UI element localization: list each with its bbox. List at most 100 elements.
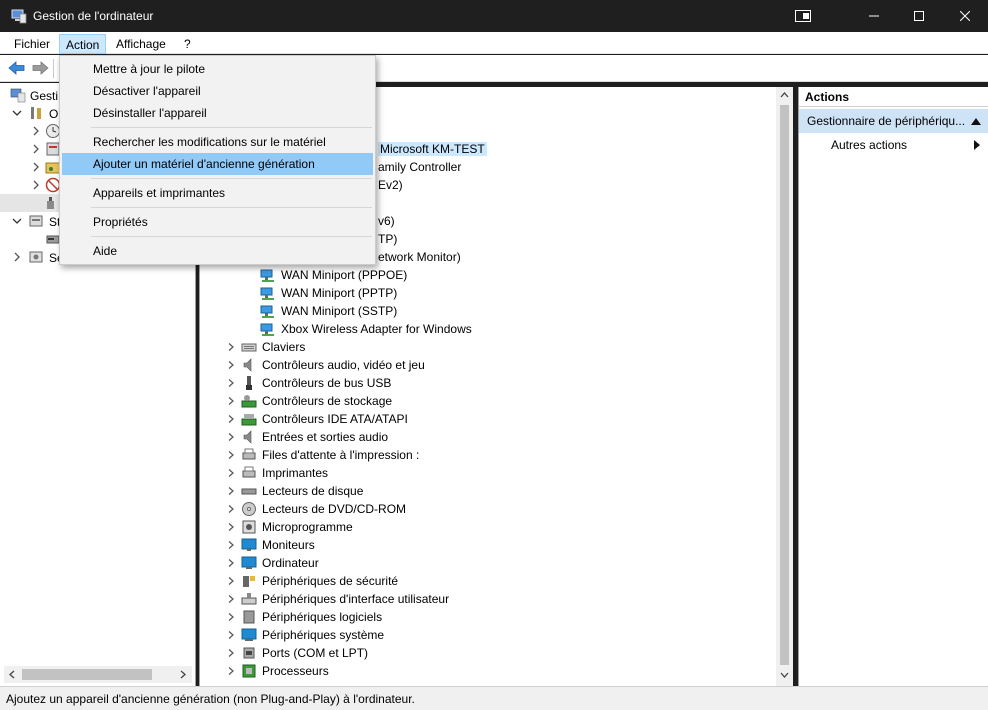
horizontal-scrollbar[interactable] <box>4 666 192 683</box>
network-adapter-icon <box>260 323 274 336</box>
list-item[interactable]: WAN Miniport (SSTP) <box>200 302 776 320</box>
vertical-scrollbar[interactable] <box>776 87 793 686</box>
dvd-icon <box>242 502 256 516</box>
chevron-down-icon[interactable] <box>12 108 22 118</box>
scroll-left-icon[interactable] <box>8 670 16 679</box>
chevron-down-icon[interactable] <box>12 216 22 226</box>
network-adapter-icon <box>260 269 274 282</box>
menu-item-add-legacy-hardware[interactable]: Ajouter un matériel d'ancienne génératio… <box>62 153 373 175</box>
storage-controller-icon <box>241 395 257 408</box>
menu-action[interactable]: Action <box>59 34 107 54</box>
scrollbar-thumb[interactable] <box>22 669 152 680</box>
scroll-up-icon[interactable] <box>780 91 789 99</box>
menu-item-devices-printers[interactable]: Appareils et imprimantes <box>62 182 373 204</box>
tree-category-system-devices[interactable]: Périphériques système <box>200 626 776 644</box>
system-device-icon <box>241 628 257 641</box>
chevron-right-icon[interactable] <box>227 577 235 585</box>
tree-category-usb[interactable]: Contrôleurs de bus USB <box>200 374 776 392</box>
collapse-up-icon[interactable] <box>971 118 981 125</box>
chevron-right-icon[interactable] <box>227 667 235 675</box>
list-item[interactable]: Xbox Wireless Adapter for Windows <box>200 320 776 338</box>
menu-item-properties[interactable]: Propriétés <box>62 211 373 233</box>
list-item[interactable]: WAN Miniport (PPPOE) <box>200 266 776 284</box>
close-button[interactable] <box>942 0 988 32</box>
tree-category-software-devices[interactable]: Périphériques logiciels <box>200 608 776 626</box>
tree-category-computer[interactable]: Ordinateur <box>200 554 776 572</box>
chevron-right-icon[interactable] <box>227 559 235 567</box>
chevron-right-icon[interactable] <box>31 180 41 190</box>
chevron-right-icon[interactable] <box>31 144 41 154</box>
tree-category-hid[interactable]: Périphériques d'interface utilisateur <box>200 590 776 608</box>
chevron-right-icon[interactable] <box>227 415 235 423</box>
minimize-button[interactable] <box>851 0 897 32</box>
chevron-right-icon[interactable] <box>227 487 235 495</box>
menu-item-update-driver[interactable]: Mettre à jour le pilote <box>62 58 373 80</box>
forward-arrow-icon[interactable] <box>31 60 49 76</box>
tree-category-processors[interactable]: Processeurs <box>200 662 776 680</box>
chevron-right-icon[interactable] <box>227 631 235 639</box>
menu-help[interactable]: ? <box>178 34 197 54</box>
chevron-right-icon[interactable] <box>227 505 235 513</box>
chevron-right-icon[interactable] <box>31 162 41 172</box>
chevron-right-icon[interactable] <box>227 595 235 603</box>
chevron-right-icon[interactable] <box>227 541 235 549</box>
chevron-right-icon[interactable] <box>227 469 235 477</box>
computer-management-icon <box>10 88 26 103</box>
list-item[interactable]: WAN Miniport (PPTP) <box>200 284 776 302</box>
maximize-button[interactable] <box>896 0 942 32</box>
scroll-right-icon[interactable] <box>179 670 187 679</box>
ide-icon <box>241 414 257 426</box>
tree-category-audio-video[interactable]: Contrôleurs audio, vidéo et jeu <box>200 356 776 374</box>
tree-category-monitors[interactable]: Moniteurs <box>200 536 776 554</box>
scroll-down-icon[interactable] <box>780 671 789 679</box>
processor-icon <box>242 664 256 678</box>
tree-category-printers[interactable]: Imprimantes <box>200 464 776 482</box>
chevron-right-icon[interactable] <box>227 397 235 405</box>
tools-icon <box>31 107 41 119</box>
menu-separator <box>91 127 372 128</box>
menu-separator <box>91 178 372 179</box>
menu-fichier[interactable]: Fichier <box>8 34 56 54</box>
chevron-right-icon[interactable] <box>31 126 41 136</box>
status-bar: Ajoutez un appareil d'ancienne génératio… <box>0 686 988 710</box>
menu-affichage[interactable]: Affichage <box>110 34 172 54</box>
tree-category-dvd[interactable]: Lecteurs de DVD/CD-ROM <box>200 500 776 518</box>
menu-item-scan-hardware[interactable]: Rechercher les modifications sur le maté… <box>62 131 373 153</box>
usb-icon <box>246 376 252 390</box>
chevron-right-icon[interactable] <box>227 451 235 459</box>
chevron-right-icon[interactable] <box>227 433 235 441</box>
snap-icon <box>795 10 811 22</box>
other-actions[interactable]: Autres actions <box>831 138 907 152</box>
chevron-right-icon[interactable] <box>227 343 235 351</box>
tree-category-ide[interactable]: Contrôleurs IDE ATA/ATAPI <box>200 410 776 428</box>
storage-icon <box>29 215 43 227</box>
tree-category-security[interactable]: Périphériques de sécurité <box>200 572 776 590</box>
computer-icon <box>241 556 257 569</box>
tree-category-claviers[interactable]: Claviers <box>200 338 776 356</box>
actions-selected-item[interactable]: Gestionnaire de périphériqu... <box>799 109 988 133</box>
chevron-right-icon[interactable] <box>227 361 235 369</box>
tree-category-storage[interactable]: Contrôleurs de stockage <box>200 392 776 410</box>
submenu-arrow-icon[interactable] <box>974 140 980 150</box>
minimize-icon <box>869 15 879 17</box>
tree-category-ports[interactable]: Ports (COM et LPT) <box>200 644 776 662</box>
title-bar: Gestion de l'ordinateur <box>0 0 988 32</box>
tree-category-print-queues[interactable]: Files d'attente à l'impression : <box>200 446 776 464</box>
tree-category-audio-io[interactable]: Entrées et sorties audio <box>200 428 776 446</box>
menu-item-uninstall-device[interactable]: Désinstaller l'appareil <box>62 102 373 124</box>
chevron-right-icon[interactable] <box>12 252 22 262</box>
tree-category-disk-drives[interactable]: Lecteurs de disque <box>200 482 776 500</box>
scrollbar-thumb[interactable] <box>780 105 789 665</box>
back-arrow-icon[interactable] <box>8 60 26 76</box>
firmware-icon <box>242 520 256 534</box>
chevron-right-icon[interactable] <box>227 613 235 621</box>
menu-item-help[interactable]: Aide <box>62 240 373 262</box>
chevron-right-icon[interactable] <box>227 379 235 387</box>
security-device-icon <box>243 576 255 587</box>
chevron-right-icon[interactable] <box>227 523 235 531</box>
menu-item-disable-device[interactable]: Désactiver l'appareil <box>62 80 373 102</box>
snap-layout-button[interactable] <box>780 0 826 32</box>
chevron-right-icon[interactable] <box>227 649 235 657</box>
maximize-icon <box>914 11 924 21</box>
tree-category-firmware[interactable]: Microprogramme <box>200 518 776 536</box>
